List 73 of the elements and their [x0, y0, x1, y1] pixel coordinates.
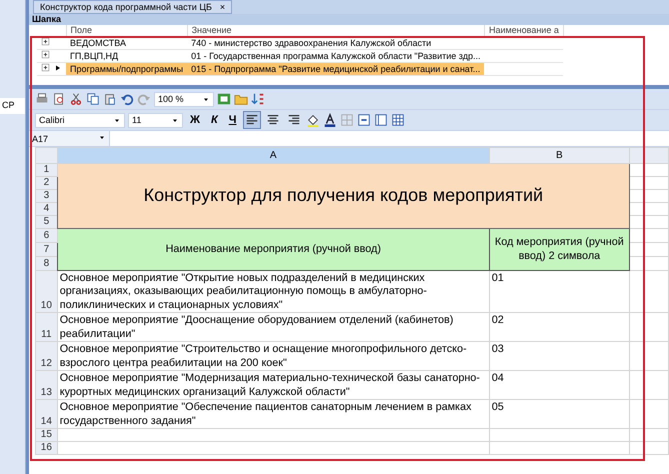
row-header[interactable]: 10	[36, 270, 58, 312]
field-value: 01 - Государственная программа Калужской области "Развитие здр...	[191, 50, 480, 60]
column-header[interactable]: B	[489, 148, 630, 163]
row-header[interactable]: 3	[36, 189, 58, 202]
column-header: Поле	[66, 25, 188, 36]
column-header: Значение	[187, 25, 484, 36]
document-tab[interactable]: Конструктор кода программной части ЦБ ×	[33, 0, 232, 14]
font-color-icon[interactable]	[323, 113, 338, 127]
cut-icon[interactable]	[69, 92, 83, 106]
frame-icon[interactable]	[374, 113, 388, 127]
expand-icon[interactable]	[41, 37, 50, 46]
field-value: 740 - министерство здравоохранения Калужской области	[191, 38, 432, 48]
row-header[interactable]: 2	[36, 176, 58, 189]
row-header[interactable]: 15	[36, 428, 58, 442]
column-header[interactable]: A	[57, 148, 490, 163]
column-title: Наименование мероприятия (ручной ввод)	[57, 228, 490, 270]
align-center-icon	[266, 113, 280, 127]
table-cell: Основное мероприятие "Дооснащение оборудованием отделений (кабинетов) реабилитации"	[57, 312, 490, 342]
bold-button[interactable]: Ж	[186, 112, 204, 128]
panel-title: Шапка	[29, 14, 669, 25]
field-name: ВЕДОМСТВА	[70, 38, 126, 48]
grid-icon[interactable]	[391, 113, 406, 127]
row-header[interactable]: 7	[36, 242, 58, 256]
table-cell: 01	[489, 270, 630, 312]
table-cell: 05	[489, 400, 630, 428]
row-header[interactable]: 14	[36, 400, 58, 428]
align-left-button[interactable]	[243, 111, 262, 129]
column-title: Код мероприятия (ручной ввод) 2 символа	[489, 228, 630, 270]
sort-icon[interactable]	[251, 92, 265, 106]
row-pointer-icon[interactable]	[54, 64, 62, 72]
row-header[interactable]: 8	[36, 256, 58, 270]
column-header: Наименование а	[484, 25, 564, 36]
sidebar-label[interactable]: СР	[0, 98, 25, 114]
table-cell: 03	[489, 342, 630, 370]
row-header[interactable]: 6	[36, 228, 58, 242]
row-header[interactable]: 1	[36, 163, 58, 176]
zoom-dropdown[interactable]: 100 %	[154, 92, 214, 106]
align-left-icon	[245, 113, 260, 127]
paste-icon[interactable]	[103, 92, 117, 106]
merge-cells-icon[interactable]	[357, 113, 372, 127]
table-cell: Основное мероприятие "Открытие новых подразделений в медицинских организациях, оказывающих реабилитационную помощь в амбулаторно-поликлинических и стационарных условиях"	[57, 270, 490, 312]
expand-icon[interactable]	[41, 50, 50, 59]
field-name: Программы/подпрограммы	[70, 64, 184, 74]
field-value: 015 - Подпрограмма "Развитие медицинской реабилитации и санат...	[191, 64, 480, 74]
row-header[interactable]: 11	[36, 312, 58, 342]
undo-icon[interactable]	[120, 92, 134, 106]
tab-title: Конструктор кода программной части ЦБ	[40, 1, 212, 13]
font-size-dropdown: 11	[128, 112, 183, 128]
italic-button[interactable]: К	[206, 112, 222, 128]
close-button[interactable]: ×	[220, 1, 226, 13]
table-cell: Основное мероприятие "Модернизация материально-технической базы санаторно-курортных медицинских организаций Калужской области"	[57, 370, 490, 400]
table-cell: Основное мероприятие "Обеспечение пациентов санаторным лечением в рамках государственного задания"	[57, 400, 490, 428]
table-cell: Основное мероприятие "Строительство и оснащение многопрофильного детско-взрослого центра реабилитации на 200 коек"	[57, 342, 490, 370]
align-right-icon	[287, 113, 302, 127]
folder-icon[interactable]	[234, 92, 248, 106]
sheet-title: Конструктор для получения кодов мероприятий	[57, 163, 630, 228]
copy-icon[interactable]	[86, 92, 100, 106]
print-preview-icon[interactable]	[52, 92, 66, 106]
expand-icon[interactable]	[41, 63, 50, 72]
fill-color-icon[interactable]	[306, 113, 320, 127]
formula-input[interactable]	[109, 131, 669, 146]
row-header[interactable]: 12	[36, 342, 58, 370]
font-dropdown: Calibri	[35, 112, 125, 128]
underline-button[interactable]: Ч	[224, 112, 240, 128]
table-cell: 02	[489, 312, 630, 342]
field-name: ГП,ВЦП,НД	[70, 50, 118, 60]
table-cell: 04	[489, 370, 630, 400]
spreadsheet-icon[interactable]	[217, 92, 231, 106]
row-header[interactable]: 4	[36, 202, 58, 215]
row-header[interactable]: 16	[36, 442, 58, 454]
row-header[interactable]: 5	[36, 215, 58, 228]
row-header[interactable]: 13	[36, 370, 58, 400]
cell-reference[interactable]: A17	[32, 131, 48, 146]
